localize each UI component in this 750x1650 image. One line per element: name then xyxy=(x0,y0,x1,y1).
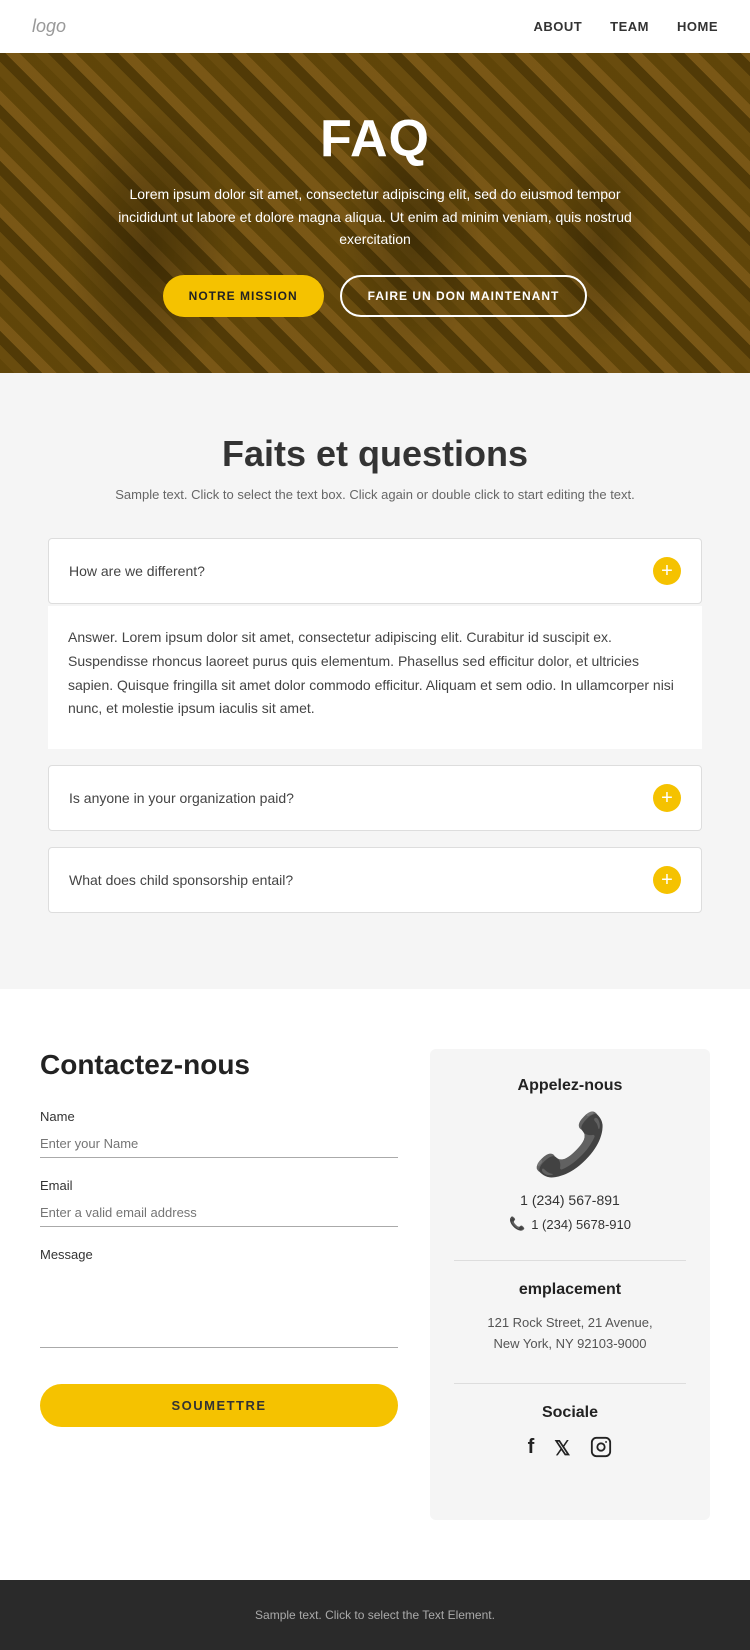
footer: Sample text. Click to select the Text El… xyxy=(0,1580,750,1650)
facebook-icon[interactable]: f xyxy=(528,1436,535,1464)
faq-question-row-2[interactable]: Is anyone in your organization paid? + xyxy=(49,766,701,830)
phone-secondary-text: 1 (234) 5678-910 xyxy=(531,1217,631,1232)
hero-buttons: NOTRE Mission FAIRE UN DON MAINTENANT xyxy=(115,275,635,317)
faire-don-button[interactable]: FAIRE UN DON MAINTENANT xyxy=(340,275,588,317)
phone-icon-large: 📞 xyxy=(454,1109,686,1180)
faq-item-3: What does child sponsorship entail? + xyxy=(48,847,702,913)
email-input[interactable] xyxy=(40,1199,398,1227)
divider-1 xyxy=(454,1260,686,1261)
faq-question-text-3: What does child sponsorship entail? xyxy=(69,872,293,888)
submit-button[interactable]: SOUMETTRE xyxy=(40,1384,398,1427)
message-textarea[interactable] xyxy=(40,1268,398,1348)
twitter-x-icon[interactable]: 𝕏 xyxy=(554,1436,570,1464)
nav-links: ABOUT TEAM HOME xyxy=(533,19,718,34)
faq-question-row-1[interactable]: How are we different? + xyxy=(49,539,701,603)
message-form-group: Message xyxy=(40,1247,398,1348)
location-block: emplacement 121 Rock Street, 21 Avenue,N… xyxy=(454,1281,686,1355)
logo: logo xyxy=(32,16,66,37)
instagram-icon[interactable] xyxy=(590,1436,612,1464)
name-input[interactable] xyxy=(40,1130,398,1158)
email-label: Email xyxy=(40,1178,398,1193)
hero-subtitle: Lorem ipsum dolor sit amet, consectetur … xyxy=(115,183,635,250)
faq-question-text-2: Is anyone in your organization paid? xyxy=(69,790,294,806)
faq-item-2: Is anyone in your organization paid? + xyxy=(48,765,702,831)
name-label: Name xyxy=(40,1109,398,1124)
call-block: Appelez-nous 📞 1 (234) 567-891 📞 1 (234)… xyxy=(454,1077,686,1232)
footer-text: Sample text. Click to select the Text El… xyxy=(255,1608,495,1622)
location-text: 121 Rock Street, 21 Avenue,New York, NY … xyxy=(454,1313,686,1355)
phone-number-main: 1 (234) 567-891 xyxy=(454,1192,686,1208)
nav-home[interactable]: HOME xyxy=(677,19,718,34)
faq-toggle-icon-2[interactable]: + xyxy=(653,784,681,812)
faq-section: Faits et questions Sample text. Click to… xyxy=(0,373,750,989)
call-title: Appelez-nous xyxy=(454,1077,686,1095)
phone-number-secondary: 📞 1 (234) 5678-910 xyxy=(454,1216,686,1232)
phone-icon-small: 📞 xyxy=(509,1216,525,1232)
contact-section: Contactez-nous Name Email Message SOUMET… xyxy=(0,989,750,1580)
social-title: Sociale xyxy=(454,1404,686,1422)
contact-form-col: Contactez-nous Name Email Message SOUMET… xyxy=(40,1049,398,1427)
email-form-group: Email xyxy=(40,1178,398,1227)
location-title: emplacement xyxy=(454,1281,686,1299)
name-form-group: Name xyxy=(40,1109,398,1158)
contact-heading: Contactez-nous xyxy=(40,1049,398,1081)
social-block: Sociale f 𝕏 xyxy=(454,1404,686,1464)
faq-heading: Faits et questions xyxy=(48,433,702,475)
faq-subtext: Sample text. Click to select the text bo… xyxy=(48,487,702,502)
faq-question-row-3[interactable]: What does child sponsorship entail? + xyxy=(49,848,701,912)
notre-mission-button[interactable]: NOTRE Mission xyxy=(163,275,324,317)
hero-section: FAQ Lorem ipsum dolor sit amet, consecte… xyxy=(0,53,750,373)
navbar: logo ABOUT TEAM HOME xyxy=(0,0,750,53)
faq-toggle-icon-3[interactable]: + xyxy=(653,866,681,894)
nav-team[interactable]: TEAM xyxy=(610,19,649,34)
hero-title: FAQ xyxy=(115,109,635,169)
faq-item-1: How are we different? + xyxy=(48,538,702,604)
social-icons: f 𝕏 xyxy=(454,1436,686,1464)
faq-question-text-1: How are we different? xyxy=(69,563,205,579)
message-label: Message xyxy=(40,1247,398,1262)
nav-about[interactable]: ABOUT xyxy=(533,19,582,34)
hero-content: FAQ Lorem ipsum dolor sit amet, consecte… xyxy=(55,109,695,316)
contact-info-col: Appelez-nous 📞 1 (234) 567-891 📞 1 (234)… xyxy=(430,1049,710,1520)
divider-2 xyxy=(454,1383,686,1384)
faq-answer-1: Answer. Lorem ipsum dolor sit amet, cons… xyxy=(48,606,702,749)
faq-toggle-icon-1[interactable]: + xyxy=(653,557,681,585)
